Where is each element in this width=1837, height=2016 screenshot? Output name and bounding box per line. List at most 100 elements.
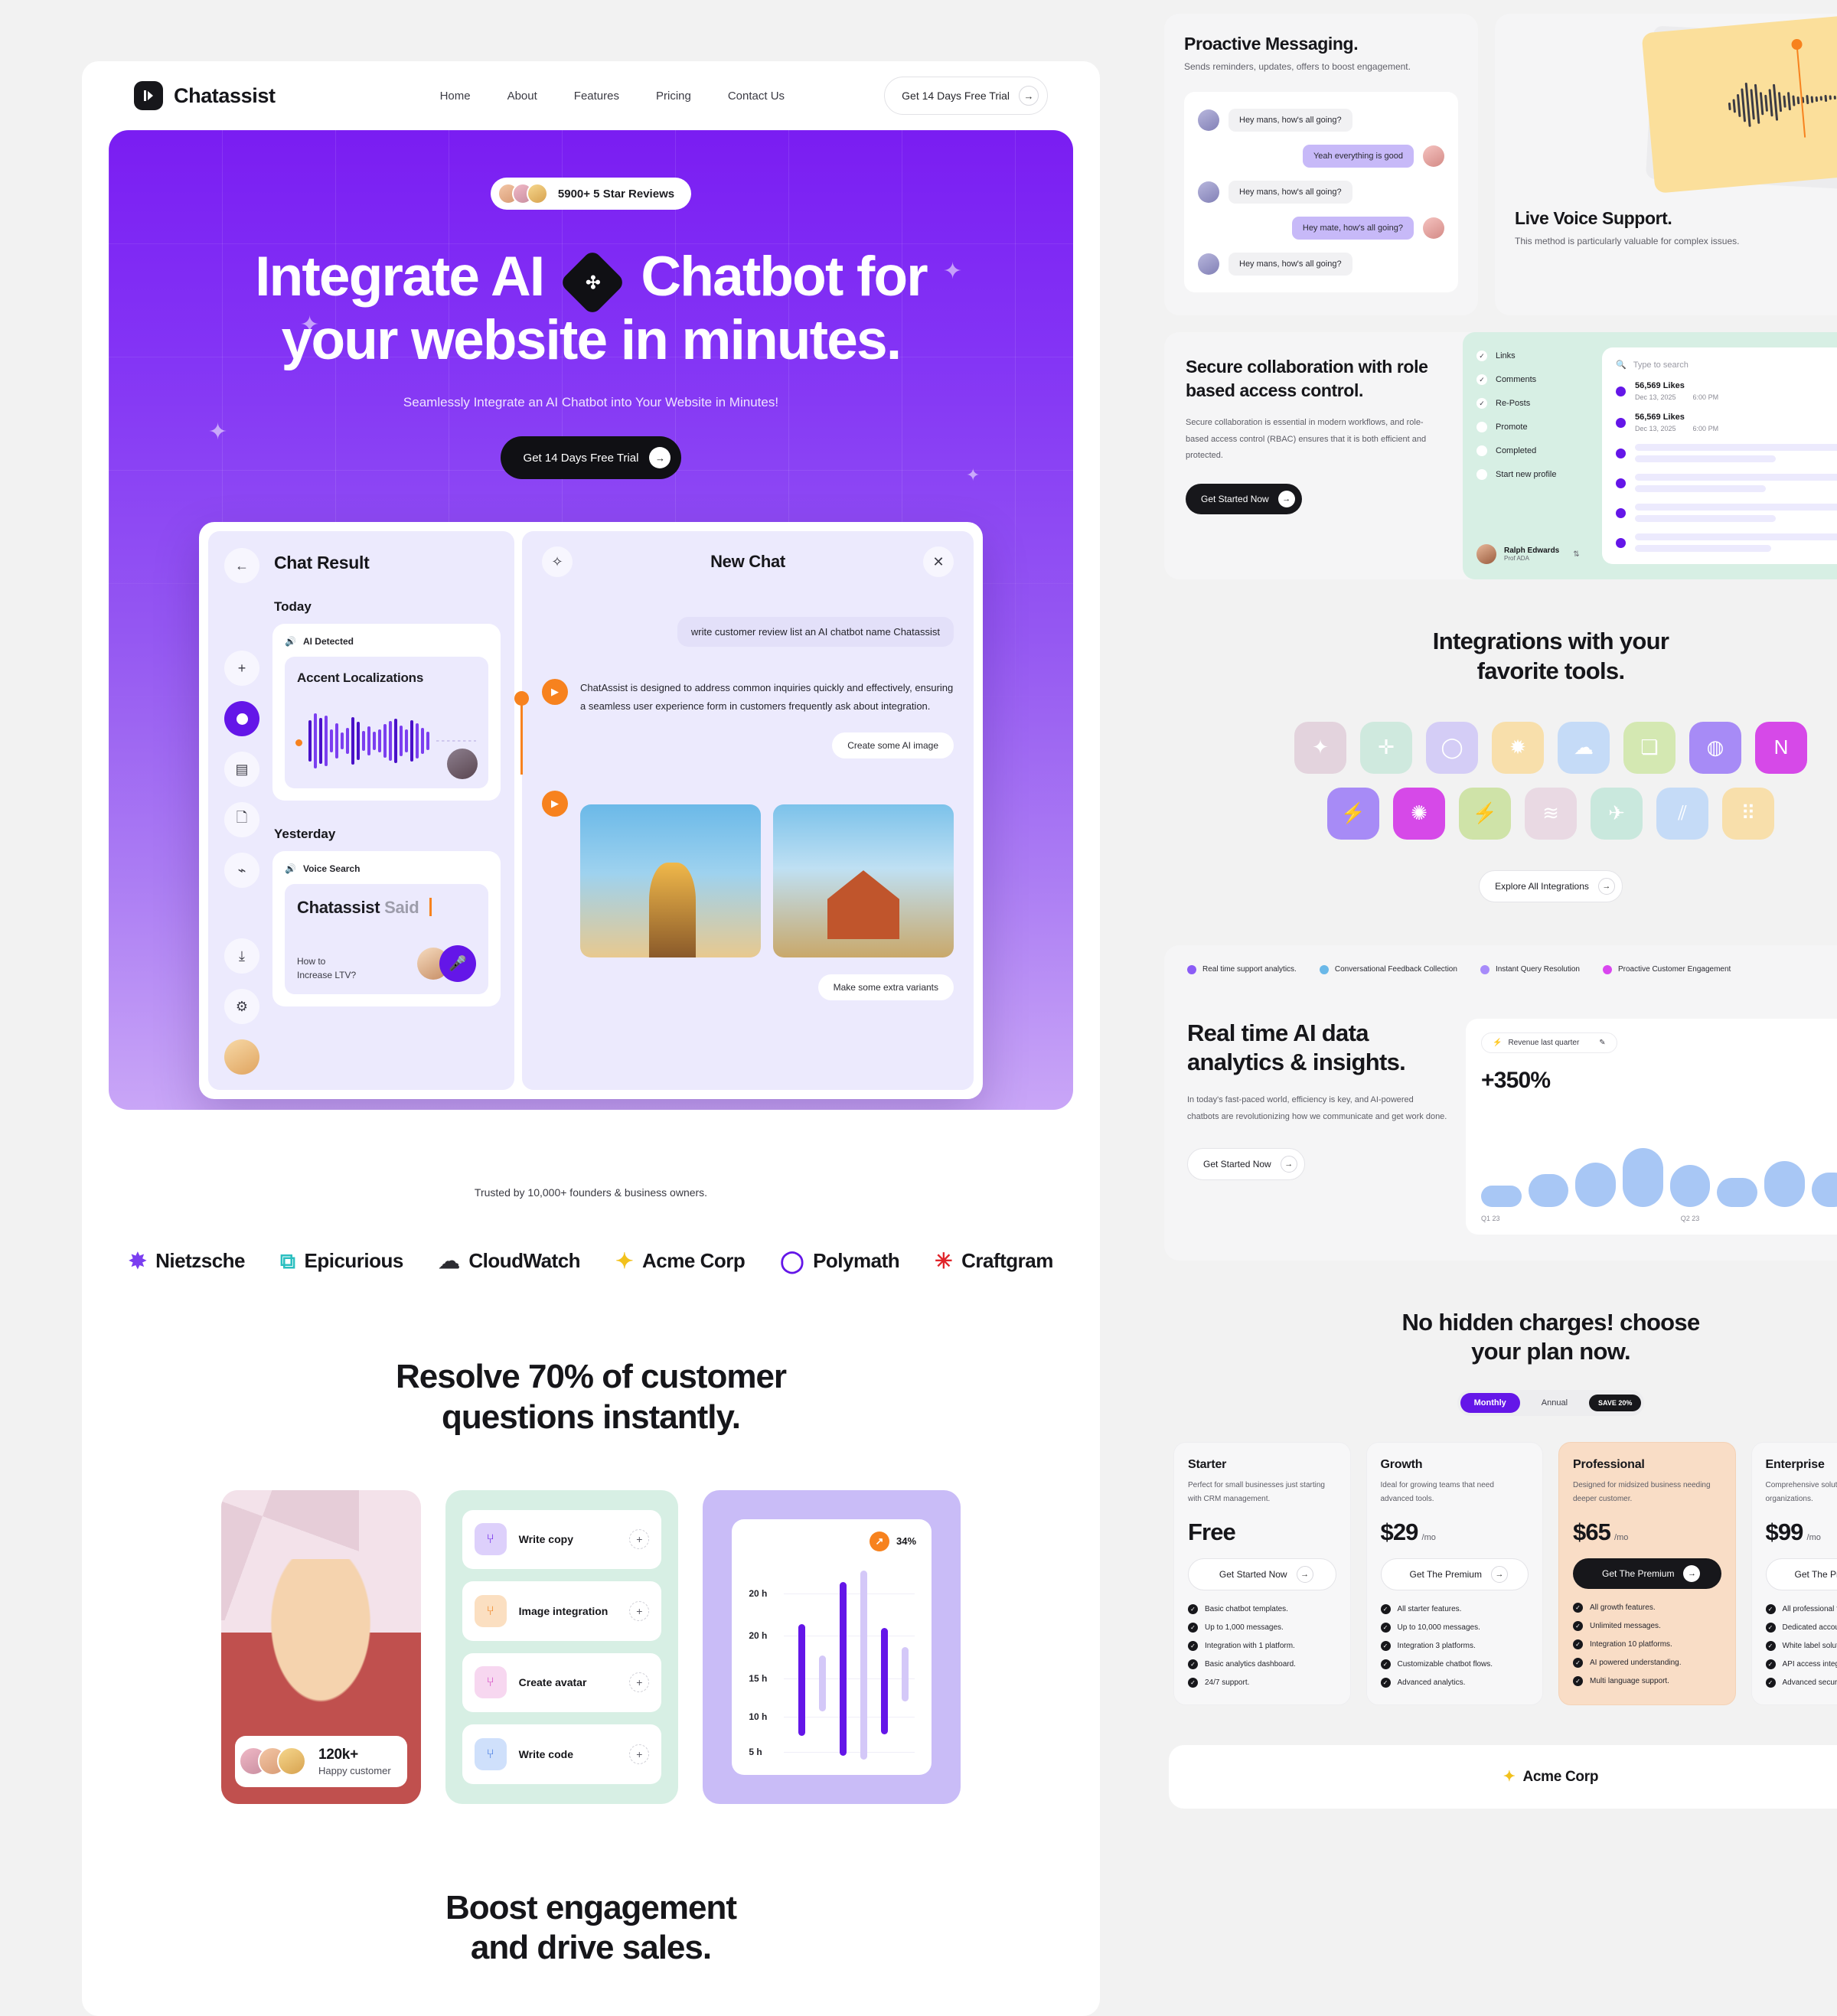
pinwheel-icon[interactable]: ✛ xyxy=(1360,721,1412,774)
plus-icon[interactable]: + xyxy=(629,1529,650,1550)
plan-cta-button[interactable]: Get The Premium→ xyxy=(1765,1558,1837,1590)
create-ai-image-chip[interactable]: Create some AI image xyxy=(832,732,954,759)
task-row[interactable]: ⑂ Write copy + xyxy=(462,1509,662,1570)
plan-feature: ✓ Up to 10,000 messages. xyxy=(1380,1623,1529,1633)
hero-free-trial-button[interactable]: Get 14 Days Free Trial → xyxy=(500,436,682,480)
burst-icon[interactable]: ✺ xyxy=(1393,787,1445,840)
ltv-line2: Increase LTV? xyxy=(297,970,357,980)
plan-feature: ✓ Multi language support. xyxy=(1573,1676,1721,1686)
slash-icon[interactable]: ⫽ xyxy=(1656,787,1708,840)
arrow-right-icon: → xyxy=(1280,1156,1297,1173)
craftgram-icon: ✳ xyxy=(935,1248,953,1273)
nav-link-contact-us[interactable]: Contact Us xyxy=(728,90,785,103)
plus-icon[interactable]: + xyxy=(629,1600,650,1621)
feature-label: AI powered understanding. xyxy=(1590,1659,1682,1667)
waveform-playhead[interactable] xyxy=(514,691,529,775)
generated-image[interactable] xyxy=(580,804,761,958)
tag-dot-icon xyxy=(1319,964,1329,974)
make-variants-chip[interactable]: Make some extra variants xyxy=(817,974,954,1001)
plan-cta-button[interactable]: Get The Premium→ xyxy=(1573,1558,1721,1589)
plus-icon[interactable]: + xyxy=(224,651,259,686)
rbac-filter-comments[interactable]: Comments xyxy=(1476,374,1591,385)
item-date: Dec 13, 2025 xyxy=(1635,393,1676,401)
close-icon[interactable]: ✕ xyxy=(923,546,954,577)
avatar[interactable] xyxy=(224,1039,259,1075)
check-icon: ✓ xyxy=(1573,1639,1583,1649)
record-active-icon[interactable] xyxy=(224,701,259,736)
generated-images xyxy=(580,804,954,958)
sparkle-icon[interactable]: ✦ xyxy=(1294,721,1346,774)
rbac-filter-completed[interactable]: Completed xyxy=(1476,445,1591,456)
plan-name: Starter xyxy=(1188,1458,1227,1471)
bird-icon[interactable]: ✈ xyxy=(1591,787,1643,840)
sparkle-icon[interactable]: ✧ xyxy=(542,546,573,577)
task-row[interactable]: ⑂ Write code + xyxy=(462,1724,662,1784)
drop-icon[interactable]: ◍ xyxy=(1689,721,1741,774)
layers-icon[interactable]: ❏ xyxy=(1623,721,1675,774)
explore-integrations-button[interactable]: Explore All Integrations → xyxy=(1479,869,1623,902)
check-icon xyxy=(1476,351,1487,361)
nav-link-about[interactable]: About xyxy=(507,90,537,103)
analytics-get-started-button[interactable]: Get Started Now → xyxy=(1187,1148,1305,1180)
list-item[interactable] xyxy=(1616,504,1837,522)
analytics-icon[interactable]: ⌁ xyxy=(224,853,259,888)
brand[interactable]: Chatassist xyxy=(134,81,276,110)
n-letter-icon[interactable]: N xyxy=(1755,721,1807,774)
download-icon[interactable]: ⤓ xyxy=(224,938,259,974)
cloud-icon[interactable]: ☁ xyxy=(1558,721,1610,774)
feature-label: Customizable chatbot flows. xyxy=(1397,1660,1493,1669)
sun-icon[interactable]: ✹ xyxy=(1492,721,1544,774)
explore-label: Explore All Integrations xyxy=(1495,880,1589,892)
dots-icon[interactable]: ⠿ xyxy=(1722,787,1774,840)
logo-label: Acme Corp xyxy=(642,1249,746,1272)
bolt-green-icon[interactable]: ⚡ xyxy=(1459,787,1511,840)
task-row[interactable]: ⑂ Image integration + xyxy=(462,1581,662,1641)
list-item[interactable]: 56,569 Likes Dec 13, 2025 6:00 PM xyxy=(1616,381,1837,401)
nav-link-home[interactable]: Home xyxy=(440,90,471,103)
billing-annual-tab[interactable]: Annual xyxy=(1528,1393,1581,1413)
analytics-tag: Conversational Feedback Collection xyxy=(1319,964,1457,974)
plan-cta-button[interactable]: Get Started Now → xyxy=(1188,1558,1336,1590)
arrow-left-icon[interactable]: ← xyxy=(224,548,259,583)
microphone-icon[interactable]: 🎤 xyxy=(439,945,476,982)
pencil-icon[interactable]: ✎ xyxy=(1599,1039,1605,1047)
plan-cta-button[interactable]: Get The Premium→ xyxy=(1380,1558,1529,1590)
rbac-filter-links[interactable]: Links xyxy=(1476,351,1591,361)
list-item[interactable] xyxy=(1616,533,1837,552)
nav-free-trial-button[interactable]: Get 14 Days Free Trial → xyxy=(884,77,1048,115)
rbac-filter-promote[interactable]: Promote xyxy=(1476,422,1591,432)
calendar-icon[interactable]: ▤ xyxy=(224,752,259,787)
check-icon: ✓ xyxy=(1765,1604,1776,1614)
document-icon[interactable]: 🗋 xyxy=(224,802,259,837)
plus-icon[interactable]: + xyxy=(629,1744,650,1764)
gear-icon[interactable]: ⚙ xyxy=(224,989,259,1024)
nav-link-pricing[interactable]: Pricing xyxy=(656,90,691,103)
plan-feature: ✓ Dedicated account manager. xyxy=(1765,1623,1837,1633)
plan-name: Growth xyxy=(1380,1458,1423,1471)
rbac-get-started-button[interactable]: Get Started Now → xyxy=(1186,484,1302,515)
revenue-bar xyxy=(1811,1172,1837,1207)
chevron-updown-icon[interactable]: ⇅ xyxy=(1573,550,1579,559)
nav-link-features[interactable]: Features xyxy=(574,90,619,103)
circle-icon[interactable]: ◯ xyxy=(1426,721,1478,774)
plus-icon[interactable]: + xyxy=(629,1672,650,1693)
resolve-heading-l1: Resolve 70% of customer xyxy=(395,1358,787,1395)
logo-cloudwatch: ☁ CloudWatch xyxy=(439,1249,581,1273)
list-item[interactable]: 56,569 Likes Dec 13, 2025 6:00 PM xyxy=(1616,413,1837,432)
check-icon: ✓ xyxy=(1573,1658,1583,1668)
generated-image[interactable] xyxy=(773,804,954,958)
waves-icon[interactable]: ≋ xyxy=(1525,787,1577,840)
task-row[interactable]: ⑂ Create avatar + xyxy=(462,1652,662,1713)
rbac-profile[interactable]: Ralph Edwards Prof ADA ⇅ xyxy=(1476,544,1591,564)
list-item[interactable] xyxy=(1616,444,1837,462)
filter-label: Completed xyxy=(1496,446,1537,455)
new-chat-header: ✧ New Chat ✕ xyxy=(542,546,954,577)
search-row[interactable]: 🔍 Type to search xyxy=(1616,360,1837,370)
rbac-filter-start-new-profile[interactable]: Start new profile xyxy=(1476,469,1591,480)
check-icon: ✓ xyxy=(1380,1641,1391,1651)
rbac-filter-re-posts[interactable]: Re-Posts xyxy=(1476,398,1591,409)
list-item[interactable] xyxy=(1616,474,1837,492)
billing-monthly-tab[interactable]: Monthly xyxy=(1460,1393,1520,1413)
bolt-icon[interactable]: ⚡ xyxy=(1327,787,1379,840)
revenue-filter-pill[interactable]: ⚡ Revenue last quarter ✎ xyxy=(1481,1032,1617,1053)
